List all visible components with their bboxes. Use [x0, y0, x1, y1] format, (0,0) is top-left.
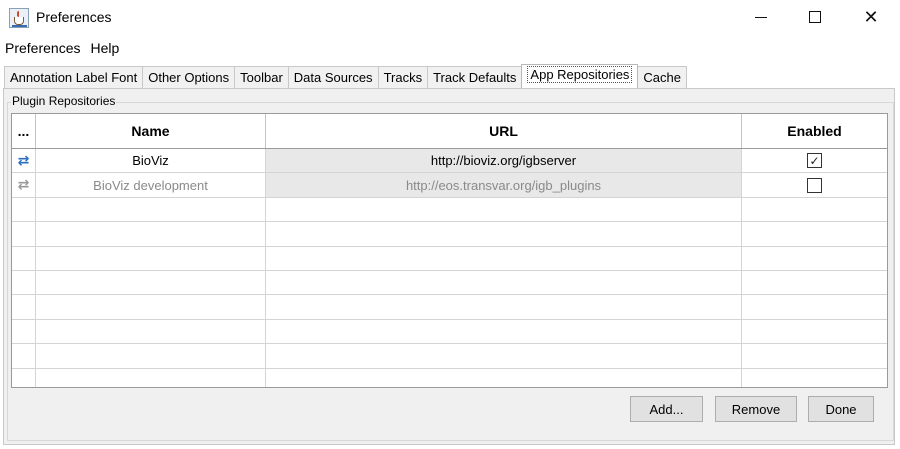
- empty-cell: [12, 295, 36, 319]
- empty-cell: [12, 368, 36, 387]
- empty-cell: [266, 368, 742, 387]
- minimize-icon: [755, 16, 767, 18]
- empty-cell: [742, 247, 887, 270]
- empty-cell: [36, 197, 266, 222]
- enabled-checkbox[interactable]: [807, 177, 822, 193]
- menu-preferences[interactable]: Preferences: [0, 38, 85, 60]
- empty-cell: [742, 271, 887, 294]
- done-button[interactable]: Done: [808, 396, 874, 422]
- empty-cell: [36, 319, 266, 344]
- empty-cell: [36, 246, 266, 270]
- empty-cell: [36, 222, 266, 246]
- tab-other-options[interactable]: Other Options: [142, 66, 236, 88]
- empty-table-row[interactable]: [12, 246, 887, 271]
- empty-cell: [742, 198, 887, 221]
- tab-toolbar[interactable]: Toolbar: [234, 66, 289, 88]
- repo-url[interactable]: http://eos.transvar.org/igb_plugins: [266, 173, 742, 197]
- tab-strip: Annotation Label Font Other Options Tool…: [4, 64, 687, 88]
- empty-cell: [12, 344, 36, 368]
- empty-cell: [36, 270, 266, 295]
- refresh-icon[interactable]: ⇄: [18, 153, 30, 169]
- tab-tracks[interactable]: Tracks: [377, 66, 429, 88]
- java-cup-icon: [9, 8, 29, 28]
- empty-cell: [742, 222, 887, 245]
- empty-cell: [36, 344, 266, 368]
- table-body: ⇄ BioViz http://bioviz.org/igbserver ✓ ⇄…: [12, 149, 887, 387]
- empty-cell: [742, 344, 887, 367]
- enabled-checkbox[interactable]: ✓: [807, 153, 822, 169]
- tab-cache[interactable]: Cache: [637, 66, 687, 88]
- group-title: Plugin Repositories: [11, 94, 117, 108]
- add-button[interactable]: Add...: [630, 396, 703, 422]
- empty-cell: [742, 295, 887, 318]
- maximize-icon: [809, 11, 821, 23]
- empty-cell: [266, 246, 742, 270]
- minimize-button[interactable]: [738, 0, 784, 34]
- repo-name[interactable]: BioViz development: [36, 173, 266, 197]
- empty-cell: [12, 270, 36, 295]
- window-title: Preferences: [36, 9, 112, 25]
- empty-cell: [36, 295, 266, 319]
- empty-cell: [266, 197, 742, 222]
- empty-cell: [742, 369, 887, 387]
- menu-help[interactable]: Help: [85, 38, 124, 60]
- close-icon: ✕: [863, 6, 879, 28]
- empty-table-row[interactable]: [12, 319, 887, 345]
- empty-table-row[interactable]: [12, 222, 887, 247]
- refresh-icon[interactable]: ⇄: [18, 177, 30, 193]
- table-row[interactable]: ⇄ BioViz development http://eos.transvar…: [12, 173, 887, 198]
- table-header: ... Name URL Enabled: [12, 114, 887, 149]
- empty-cell: [266, 319, 742, 344]
- empty-cell: [12, 222, 36, 246]
- empty-cell: [266, 295, 742, 319]
- empty-cell: [12, 246, 36, 270]
- maximize-button[interactable]: [792, 0, 838, 34]
- empty-table-row[interactable]: [12, 197, 887, 223]
- column-header-url[interactable]: URL: [266, 114, 742, 148]
- empty-table-row[interactable]: [12, 368, 887, 387]
- empty-cell: [266, 222, 742, 246]
- empty-cell: [266, 270, 742, 295]
- repo-url[interactable]: http://bioviz.org/igbserver: [266, 149, 742, 173]
- column-header-name[interactable]: Name: [36, 114, 266, 148]
- empty-cell: [36, 368, 266, 387]
- title-bar: Preferences ✕: [0, 0, 900, 36]
- empty-table-row[interactable]: [12, 270, 887, 296]
- repo-name[interactable]: BioViz: [36, 149, 266, 173]
- repositories-table: ... Name URL Enabled ⇄ BioViz http://bio…: [11, 113, 888, 388]
- menu-bar: Preferences Help: [0, 38, 124, 60]
- table-row[interactable]: ⇄ BioViz http://bioviz.org/igbserver ✓: [12, 149, 887, 174]
- empty-cell: [12, 197, 36, 222]
- column-header-enabled[interactable]: Enabled: [742, 114, 887, 148]
- tab-track-defaults[interactable]: Track Defaults: [427, 66, 523, 88]
- tab-app-repositories[interactable]: App Repositories: [521, 64, 639, 88]
- empty-cell: [12, 319, 36, 344]
- remove-button[interactable]: Remove: [715, 396, 797, 422]
- empty-table-row[interactable]: [12, 344, 887, 369]
- empty-cell: [266, 344, 742, 368]
- column-header-more[interactable]: ...: [12, 114, 36, 148]
- empty-cell: [742, 320, 887, 343]
- close-button[interactable]: ✕: [848, 0, 894, 34]
- empty-table-row[interactable]: [12, 295, 887, 320]
- tab-data-sources[interactable]: Data Sources: [287, 66, 379, 88]
- tab-annotation-label-font[interactable]: Annotation Label Font: [4, 66, 144, 88]
